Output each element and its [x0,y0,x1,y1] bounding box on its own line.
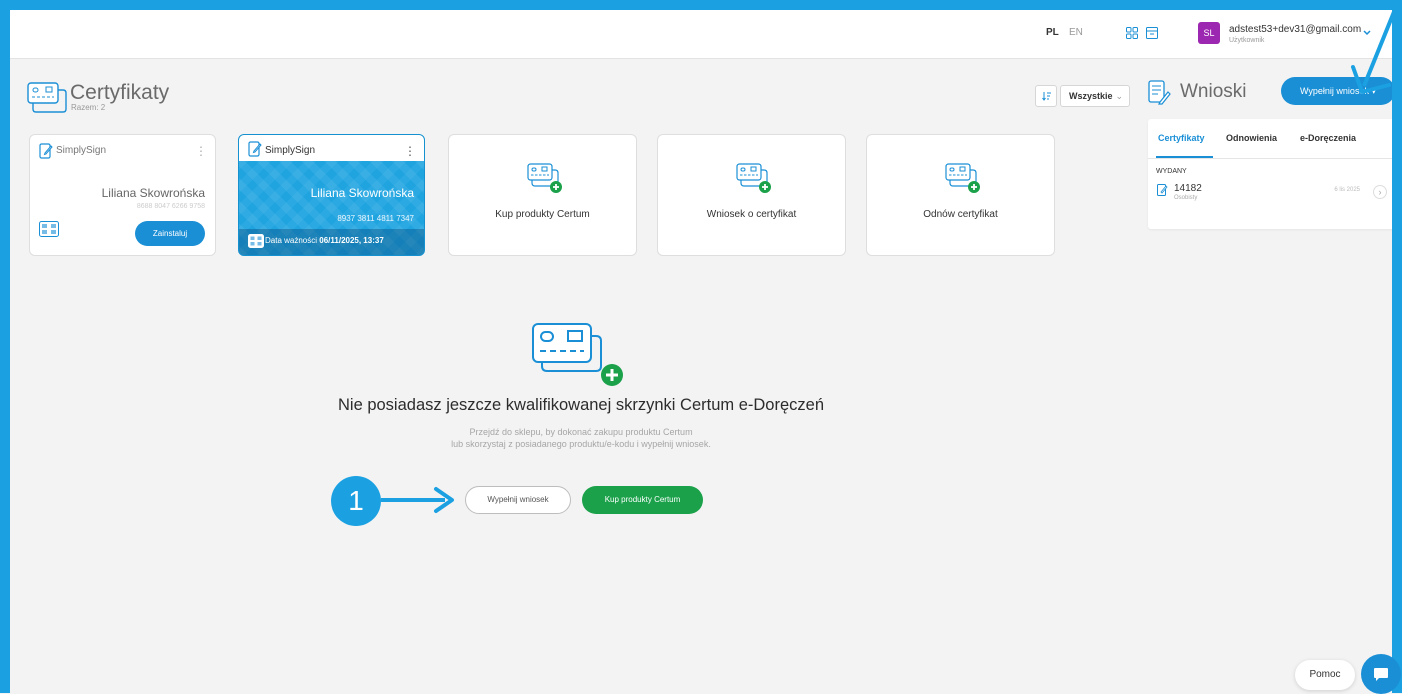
screenshot-frame [0,0,1402,693]
renew-certificate-label: Odnów certyfikat [923,209,998,220]
card-serial: 8688 8047 6266 9758 [136,203,205,210]
empty-state-desc-line2: lub skorzystaj z posiadanego produktu/e-… [451,439,711,449]
card-add-icon [527,163,562,193]
filter-select-value: Wszystkie [1069,91,1113,101]
chat-icon [1374,668,1388,681]
card-expiry: Data ważności 06/11/2025, 13:37 [265,236,384,245]
card-owner: Liliana Skowrońska [310,186,414,200]
panel-divider [1148,158,1396,159]
fill-request-button-secondary[interactable]: Wypełnij wniosek [465,486,571,514]
archive-icon[interactable] [1146,27,1158,39]
tab-certificates[interactable]: Certyfikaty [1158,133,1205,143]
chat-button[interactable] [1361,654,1401,694]
certificate-card[interactable]: SimplySign ⋮ Liliana Skowrońska 8937 381… [238,134,425,256]
group-label: WYDANY [1156,168,1187,175]
install-button[interactable]: Zainstaluj [135,221,205,246]
sort-icon [1042,92,1051,101]
user-role: Użytkownik [1229,37,1265,44]
request-certificate-card[interactable]: Wniosek o certyfikat [657,134,846,256]
help-button[interactable]: Pomoc [1295,660,1355,690]
lang-en-link[interactable]: EN [1069,27,1083,38]
filter-select[interactable]: Wszystkie ⌄ [1060,85,1130,107]
renew-certificate-card[interactable]: Odnów certyfikat [866,134,1055,256]
fill-request-button-label: Wypełnij wniosek [1300,86,1369,96]
certificates-count: Razem: 2 [71,103,106,112]
request-number[interactable]: 14182 [1174,183,1202,194]
caret-down-icon: ▾ [1371,86,1376,96]
card-add-icon [945,163,980,193]
empty-state-desc-line1: Przejdź do sklepu, by dokonać zakupu pro… [469,427,693,437]
tab-e-deliveries[interactable]: e-Doręczenia [1300,133,1356,143]
buy-products-label: Kup produkty Certum [495,209,590,220]
top-bar: PL EN [10,10,1392,59]
buy-products-card[interactable]: Kup produkty Certum [448,134,637,256]
document-edit-icon [1157,184,1168,196]
card-add-large-icon [532,323,623,386]
avatar[interactable]: SL [1198,22,1220,44]
request-certificate-label: Wniosek o certyfikat [706,209,797,220]
document-edit-icon [1148,80,1171,105]
user-email[interactable]: adstest53+dev31@gmail.com [1229,24,1361,35]
card-add-icon [736,163,771,193]
chip-icon [248,234,264,248]
chevron-right-icon[interactable]: › [1373,185,1387,199]
card-owner: Liliana Skowrońska [101,186,205,200]
card-brand: SimplySign [56,145,107,156]
card-expiry-value: 06/11/2025, 13:37 [319,236,384,245]
certificate-card[interactable]: SimplySign ⋮ Liliana Skowrońska 8688 804… [29,134,216,256]
step-badge: 1 [331,476,381,526]
grid-icon[interactable] [1126,27,1138,39]
chip-icon [39,221,59,237]
chevron-down-icon[interactable] [1363,30,1371,36]
certificate-section-icon [27,82,67,113]
card-expiry-label: Data ważności [265,236,318,245]
caret-down-icon: ⌄ [1115,91,1123,101]
request-type: Osobisty [1174,195,1198,201]
simplysign-icon [39,143,53,159]
simplysign-icon [248,141,262,157]
requests-title: Wnioski [1180,81,1247,102]
more-options-icon[interactable]: ⋮ [195,145,207,157]
certificates-title: Certyfikaty [70,81,170,104]
card-serial: 8937 3811 4811 7347 [337,214,414,223]
fill-request-button[interactable]: Wypełnij wniosek ▾ [1281,77,1395,105]
tab-renewals[interactable]: Odnowienia [1226,133,1277,143]
lang-pl-link[interactable]: PL [1046,27,1059,38]
request-date: 6 lis 2025 [1334,187,1360,193]
sort-button[interactable] [1035,85,1057,107]
more-options-icon[interactable]: ⋮ [404,145,416,157]
card-footer: Data ważności 06/11/2025, 13:37 [239,229,424,255]
annotation-arrows [381,1,1400,513]
requests-panel: Certyfikaty Odnowienia e-Doręczenia WYDA… [1148,119,1396,229]
card-brand: SimplySign [265,145,316,156]
empty-state-title: Nie posiadasz jeszcze kwalifikowanej skr… [337,396,824,414]
buy-products-button[interactable]: Kup produkty Certum [582,486,703,514]
